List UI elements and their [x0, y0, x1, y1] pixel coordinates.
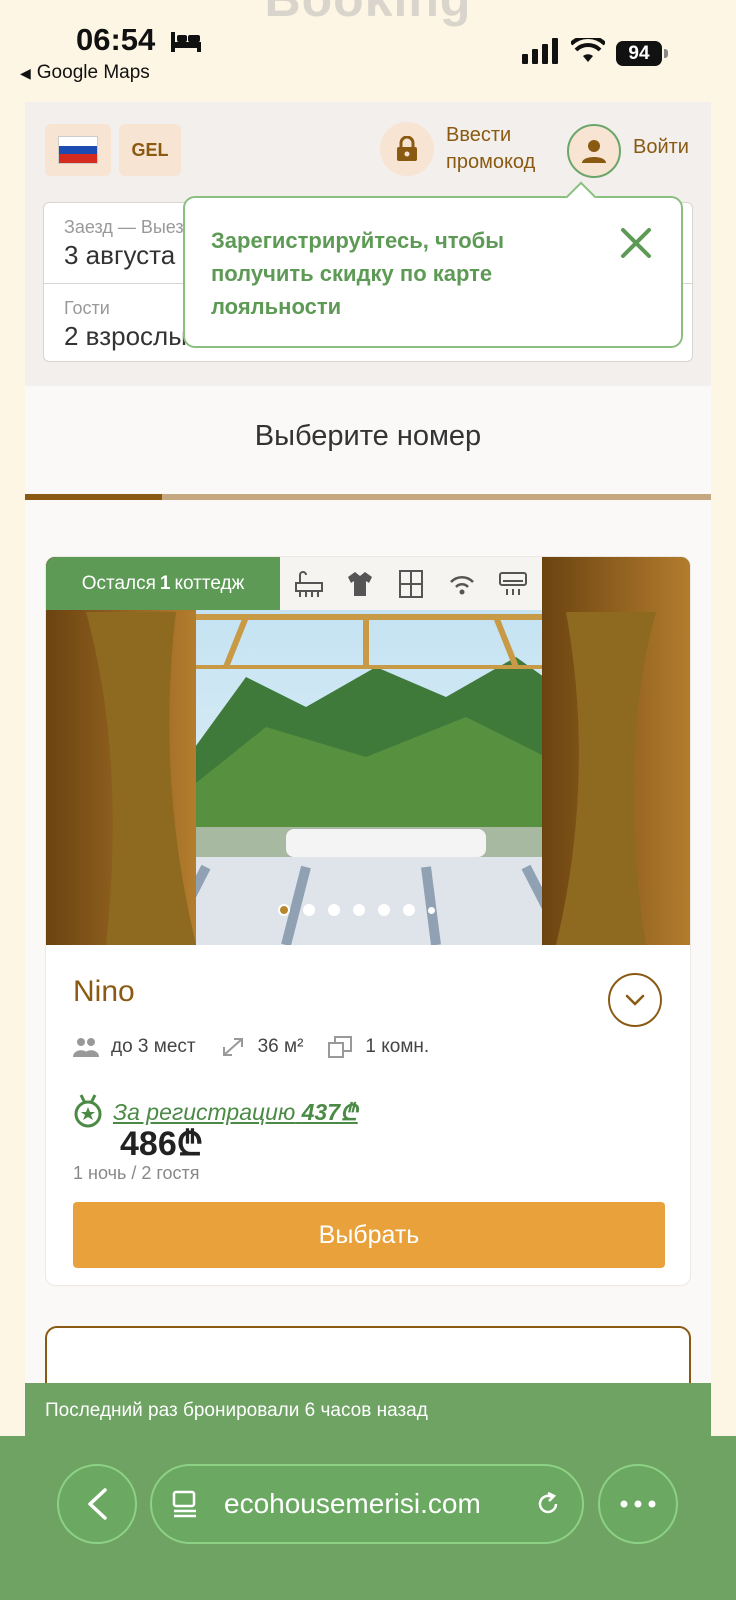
lock-icon: [397, 136, 417, 161]
area-value: 36 м²: [257, 1036, 304, 1057]
area-arrows-icon: [222, 1038, 243, 1056]
photo-pagination[interactable]: [278, 904, 435, 916]
wifi-icon: [449, 575, 474, 594]
room-count-icon: [328, 1036, 353, 1058]
room-name: Nino: [73, 975, 135, 1008]
address-bar[interactable]: ecohousemerisi.com: [150, 1464, 584, 1544]
booking-page: GEL Ввести промокод Войти Заезд — Выезд …: [25, 102, 711, 1446]
badge-suffix: коттедж: [174, 572, 245, 594]
tooltip-arrow: [565, 181, 597, 213]
people-icon: [73, 1038, 99, 1057]
registration-tooltip: Зарегистрируйтесь, чтобы получить скидку…: [183, 181, 683, 348]
window-icon: [398, 569, 423, 598]
tooltip-text: Зарегистрируйтесь, чтобы получить скидку…: [211, 228, 505, 319]
bathtub-icon: [295, 570, 324, 597]
photo-dot[interactable]: [278, 904, 290, 916]
photo-dot[interactable]: [328, 904, 340, 916]
bed-icon: [171, 32, 201, 52]
reload-icon[interactable]: [534, 1490, 562, 1518]
room-card: Остался 1 коттедж Nino до 3 мест 36 м² 1…: [45, 556, 691, 1286]
battery-indicator: 94: [616, 41, 662, 66]
promo-label-line2: промокод: [446, 151, 536, 173]
room-specs: до 3 мест 36 м² 1 комн.: [73, 1035, 453, 1059]
russia-flag-icon: [58, 136, 98, 164]
step-progress-bar: [25, 494, 711, 500]
amenities-bar: [280, 557, 542, 610]
browser-back-button[interactable]: [57, 1464, 137, 1544]
back-triangle-icon: ◀: [20, 65, 31, 81]
photo-dot[interactable]: [403, 904, 415, 916]
photo-dot[interactable]: [353, 904, 365, 916]
language-button[interactable]: [45, 124, 111, 176]
shirt-icon: [348, 571, 373, 596]
chevron-down-icon: [625, 994, 645, 1006]
promo-label-line1: Ввести: [446, 124, 512, 146]
registration-price-row: За регистрацию 437₾: [73, 1093, 358, 1129]
browser-more-button[interactable]: [598, 1464, 678, 1544]
progress-fill: [25, 494, 163, 500]
battery-cap: [664, 49, 668, 58]
status-time: 06:54: [76, 22, 156, 57]
wifi-status-icon: [571, 38, 605, 62]
back-to-app-link[interactable]: ◀ Google Maps: [20, 62, 150, 84]
more-dots-icon: [620, 1500, 656, 1508]
photo-dot[interactable]: [303, 904, 315, 916]
header: GEL Ввести промокод Войти Заезд — Выезд …: [25, 102, 711, 386]
capacity-spec: до 3 мест: [73, 1035, 196, 1059]
availability-badge: Остался 1 коттедж: [46, 557, 280, 610]
login-link[interactable]: Войти: [633, 136, 689, 159]
cellular-signal-icon: [522, 38, 558, 64]
close-icon[interactable]: [619, 226, 653, 260]
chevron-left-icon: [88, 1488, 107, 1520]
photo-dot[interactable]: [428, 907, 435, 914]
login-avatar-button[interactable]: [567, 124, 621, 178]
room-photo[interactable]: [46, 557, 691, 945]
air-conditioner-icon: [498, 571, 527, 595]
rooms-value: 1 комн.: [365, 1036, 430, 1057]
expand-room-button[interactable]: [608, 973, 662, 1027]
price-note: 1 ночь / 2 гостя: [73, 1163, 200, 1183]
area-spec: 36 м²: [220, 1035, 304, 1059]
badge-prefix: Остался: [81, 572, 156, 594]
currency-button[interactable]: GEL: [119, 124, 181, 176]
page-menu-icon[interactable]: [172, 1490, 198, 1518]
back-app-label: Google Maps: [36, 62, 150, 83]
promo-code-button[interactable]: [380, 122, 434, 176]
rooms-spec: 1 комн.: [327, 1035, 429, 1059]
browser-toolbar: ecohousemerisi.com: [0, 1436, 736, 1600]
badge-count: 1: [159, 572, 171, 594]
select-room-button[interactable]: Выбрать: [73, 1202, 665, 1268]
promo-code-link[interactable]: Ввести промокод: [446, 122, 535, 176]
registration-price: 437₾: [301, 1099, 358, 1125]
medal-icon: [74, 1094, 102, 1128]
url-text: ecohousemerisi.com: [224, 1488, 481, 1519]
capacity-value: до 3 мест: [111, 1036, 196, 1057]
user-icon: [582, 140, 606, 163]
section-title: Выберите номер: [254, 420, 482, 452]
photo-dot[interactable]: [378, 904, 390, 916]
last-booking-notice: Последний раз бронировали 6 часов назад: [25, 1383, 711, 1439]
room-price: 486₾: [120, 1125, 203, 1163]
status-bar: Booking 06:54 ◀Google Maps 94: [0, 0, 736, 100]
